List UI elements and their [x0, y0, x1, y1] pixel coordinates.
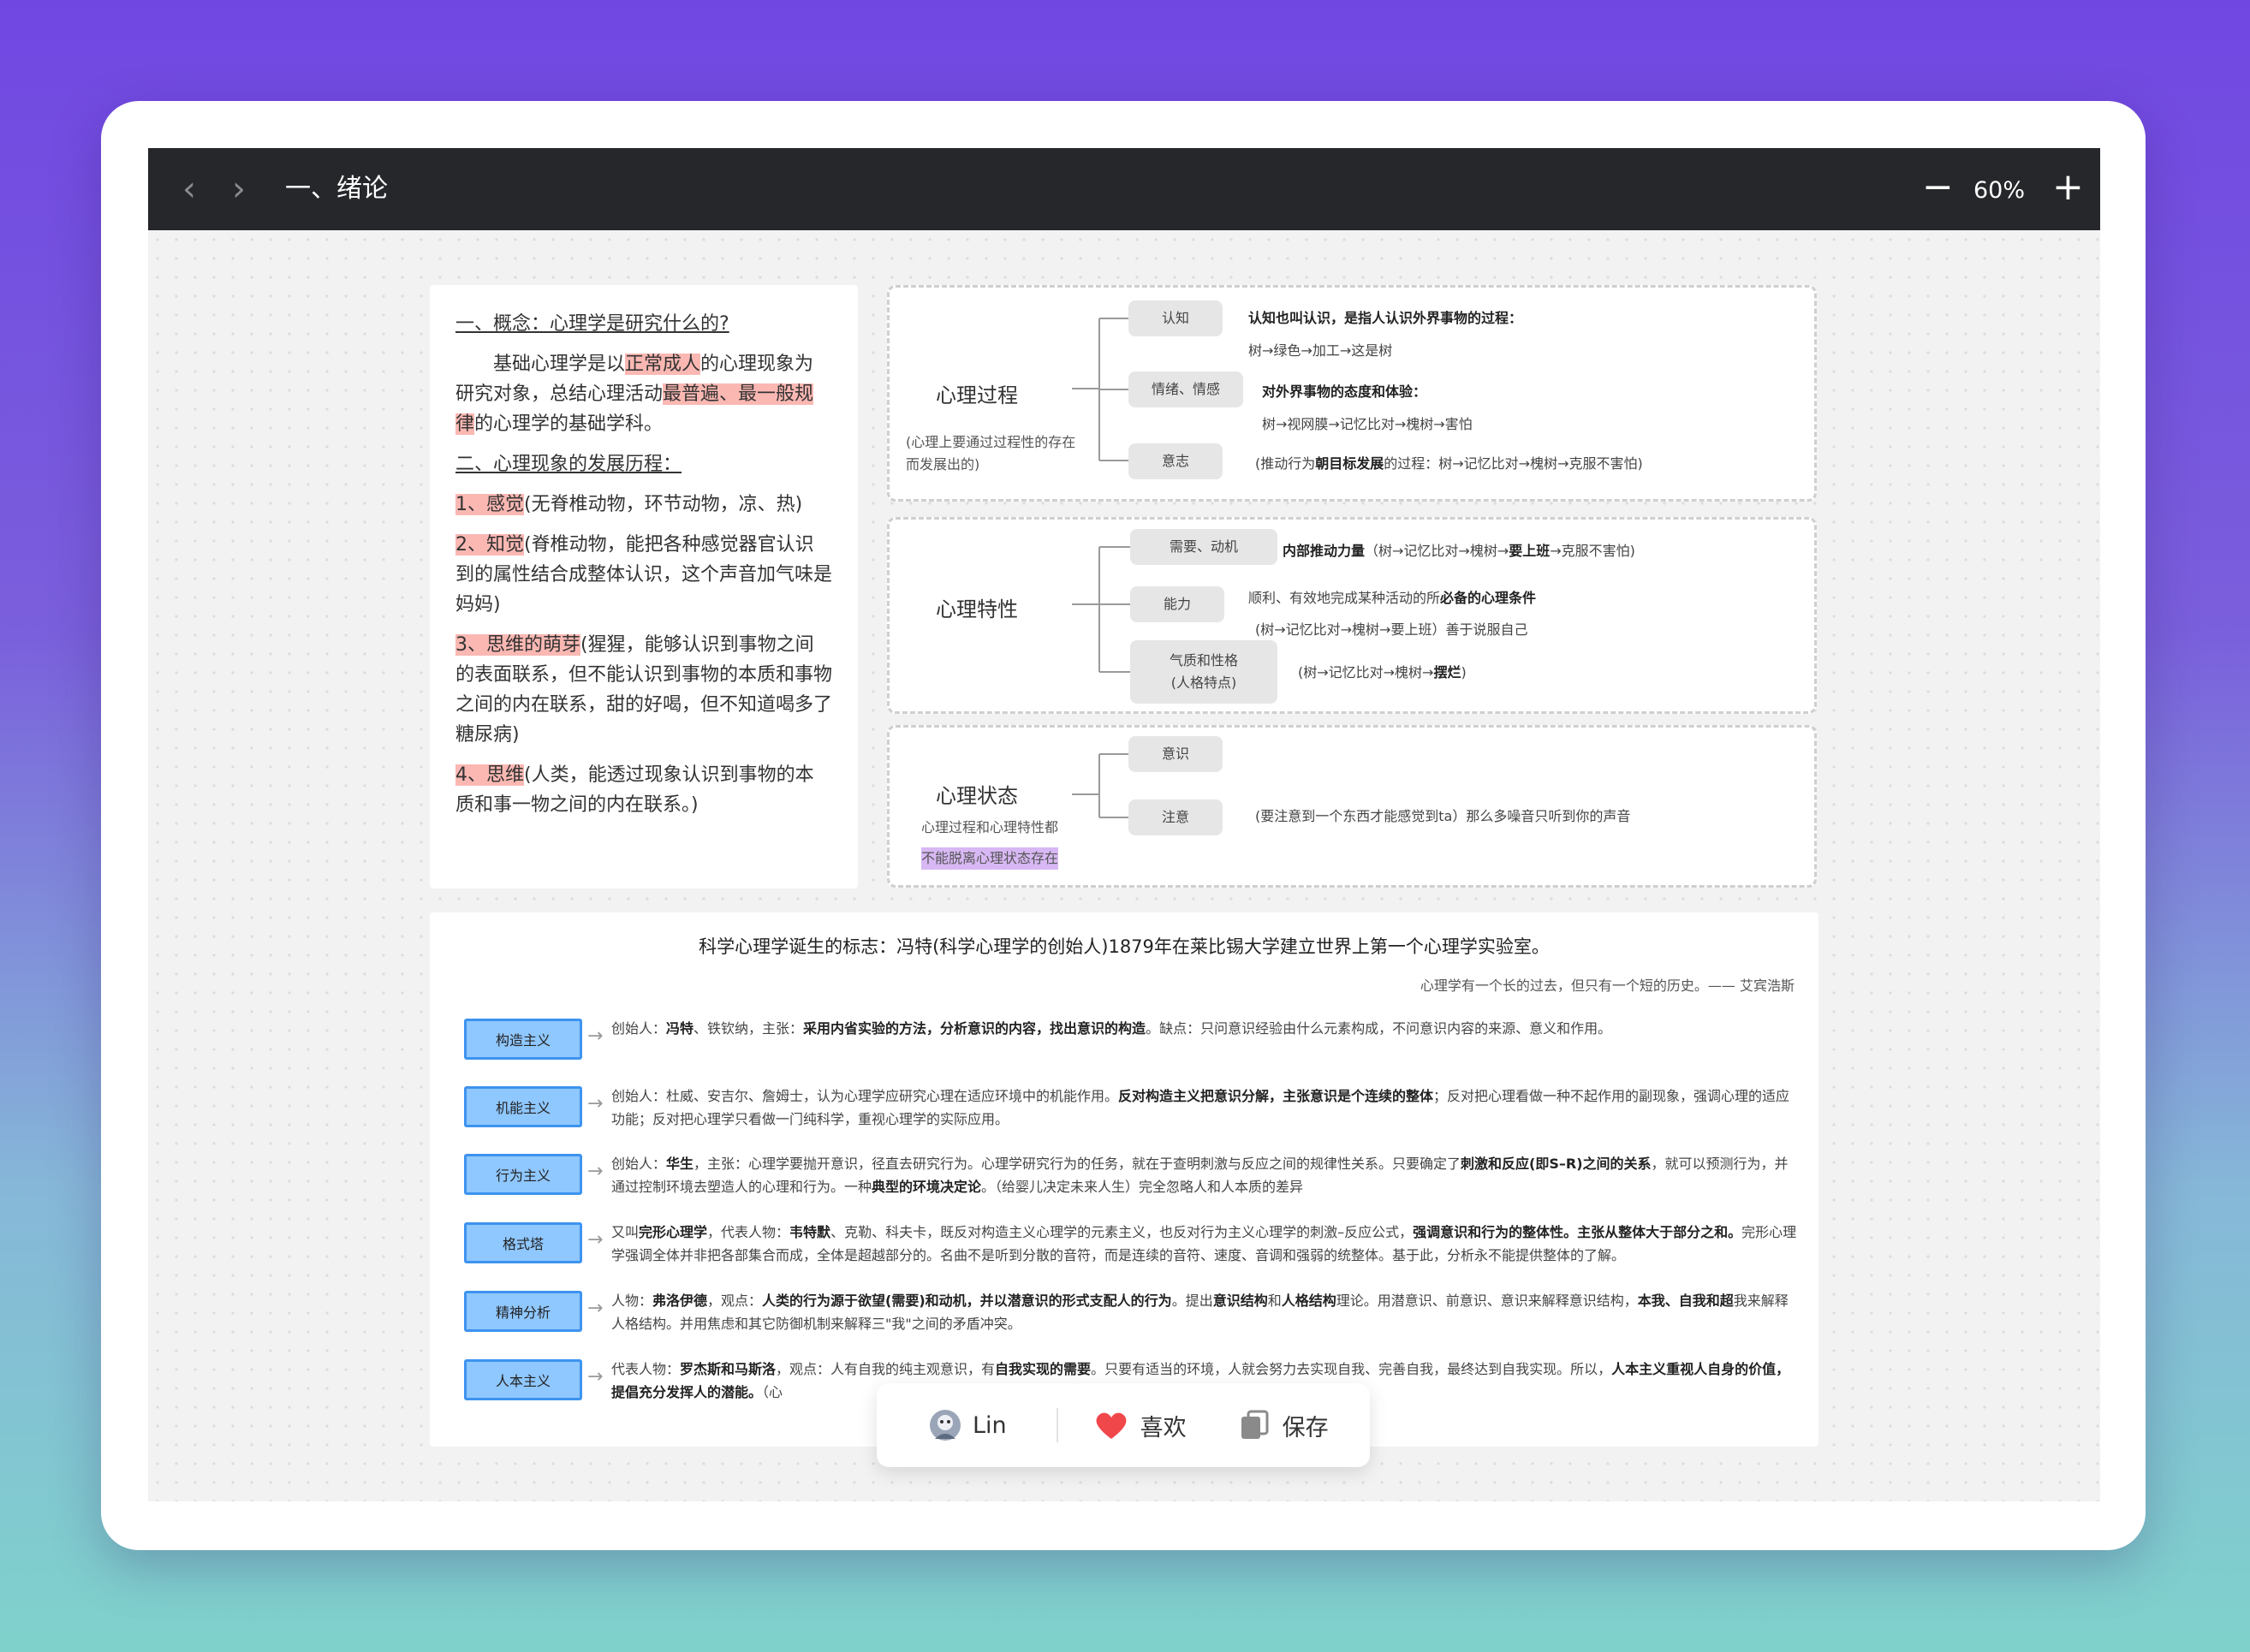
- school-text-segment: 完形心理学: [639, 1224, 708, 1240]
- school-text-segment: 理论。用潜意识、前意识、意识来解释意识结构，: [1336, 1292, 1638, 1309]
- user-name: Lin: [973, 1411, 1007, 1439]
- school-text-segment: 人格结构: [1281, 1292, 1336, 1309]
- school-text-segment: ，代表人物：: [707, 1224, 790, 1240]
- school-text-segment: 刺激和反应(即S–R)之间的关系: [1461, 1156, 1652, 1172]
- school-text-segment: ，观点：: [707, 1292, 763, 1309]
- school-description: 人物：弗洛伊德，观点：人类的行为源于欲望(需要)和动机，并以潜意识的形式支配人的…: [611, 1289, 1801, 1335]
- school-text-segment: 。缺点：只问意识经验由什么元素构成，不问意识内容的来源、意义和作用。: [1146, 1020, 1612, 1037]
- arrow-right-icon: →: [587, 1298, 604, 1319]
- school-text-segment: 强调意识和行为的整体性。主张从整体大于部分之和。: [1413, 1224, 1742, 1240]
- school-label[interactable]: 格式塔: [464, 1222, 582, 1263]
- school-label[interactable]: 机能主义: [464, 1086, 582, 1127]
- school-text-segment: 。提出: [1171, 1292, 1213, 1309]
- school-text-segment: 创始人：: [611, 1156, 667, 1172]
- school-text-segment: 韦特默: [789, 1224, 831, 1240]
- schools-quote: 心理学有一个长的过去，但只有一个短的历史。—— 艾宾浩斯: [1420, 978, 1795, 994]
- school-text-segment: 和: [1267, 1292, 1282, 1309]
- school-text-segment: ，观点：人有自我的纯主观意识，有: [776, 1361, 996, 1377]
- arrow-right-icon: →: [587, 1229, 604, 1251]
- connector: [1072, 546, 1130, 673]
- school-text-segment: 冯特: [666, 1020, 694, 1037]
- school-label[interactable]: 行为主义: [464, 1154, 582, 1195]
- school-text-segment: 代表人物：: [611, 1361, 681, 1377]
- school-text-segment: 、铁钦纳，主张：: [693, 1020, 804, 1037]
- copy-icon: [1241, 1410, 1269, 1439]
- school-description: 创始人：华生，主张：心理学要抛开意识，径直去研究行为。心理学研究行为的任务，就在…: [611, 1152, 1801, 1198]
- schools-card[interactable]: 科学心理学诞生的标志：冯特(科学心理学的创始人)1879年在莱比锡大学建立世界上…: [430, 912, 1818, 1447]
- school-label[interactable]: 精神分析: [464, 1291, 582, 1332]
- school-text-segment: 本我、自我和超: [1637, 1292, 1734, 1309]
- like-label: 喜欢: [1140, 1414, 1187, 1441]
- school-text-segment: 。（给婴儿决定未来人生）完全忽略人和人本质的差异: [981, 1179, 1304, 1195]
- arrow-right-icon: →: [587, 1161, 604, 1182]
- school-description: 又叫完形心理学，代表人物：韦特默、克勒、科夫卡，既反对构造主义心理学的元素主义，…: [611, 1221, 1801, 1267]
- schools-title: 科学心理学诞生的标志：冯特(科学心理学的创始人)1879年在莱比锡大学建立世界上…: [699, 936, 1550, 957]
- school-text-segment: 、克勒、科夫卡，既反对构造主义心理学的元素主义，也反对行为主义心理学的刺激–反应…: [830, 1224, 1414, 1240]
- school-label[interactable]: 人本主义: [464, 1359, 582, 1400]
- school-description: 创始人：杜威、安吉尔、詹姆士，认为心理学应研究心理在适应环境中的机能作用。反对构…: [611, 1084, 1801, 1131]
- school-text-segment: 典型的环境决定论: [872, 1179, 982, 1195]
- connector: [1072, 753, 1128, 818]
- school-text-segment: 罗杰斯和马斯洛: [680, 1361, 777, 1377]
- action-bar: Lin 喜欢 保存: [877, 1383, 1370, 1467]
- user-chip[interactable]: Lin: [928, 1408, 1007, 1442]
- school-text-segment: 人类的行为源于欲望(需要)和动机，并以潜意识的形式支配人的行为: [762, 1292, 1172, 1309]
- school-description: 创始人：冯特、铁钦纳，主张：采用内省实验的方法，分析意识的内容，找出意识的构造。…: [611, 1017, 1801, 1040]
- school-text-segment: （心: [762, 1384, 783, 1400]
- school-text-segment: 反对构造主义把意识分解，主张意识是个连续的整体: [1118, 1088, 1434, 1104]
- avatar-icon: [930, 1410, 961, 1441]
- school-text-segment: ，主张：心理学要抛开意识，径直去研究行为。心理学研究行为的任务，就在于查明刺激与…: [693, 1156, 1461, 1172]
- arrow-right-icon: →: [587, 1093, 604, 1114]
- school-text-segment: 创始人：杜威、安吉尔、詹姆士，认为心理学应研究心理在适应环境中的机能作用。: [611, 1088, 1119, 1104]
- school-text-segment: 。只要有适当的环境，人就会努力去实现自我、完善自我，最终达到自我实现。所以，: [1091, 1361, 1612, 1377]
- arrow-right-icon: →: [587, 1366, 604, 1388]
- connector: [1072, 318, 1128, 461]
- school-text-segment: 自我实现的需要: [995, 1361, 1092, 1377]
- arrow-right-icon: →: [587, 1025, 604, 1047]
- school-text-segment: 采用内省实验的方法，分析意识的内容，找出意识的构造: [803, 1020, 1146, 1037]
- heart-icon: [1096, 1412, 1127, 1439]
- save-button[interactable]: 保存: [1240, 1409, 1329, 1442]
- school-text-segment: 华生: [666, 1156, 694, 1172]
- school-text-segment: 意识结构: [1212, 1292, 1268, 1309]
- save-label: 保存: [1282, 1414, 1329, 1441]
- school-text-segment: 弗洛伊德: [652, 1292, 708, 1309]
- school-label[interactable]: 构造主义: [464, 1019, 582, 1060]
- divider: [1056, 1408, 1058, 1442]
- school-text-segment: 人物：: [611, 1292, 653, 1309]
- school-text-segment: 创始人：: [611, 1020, 667, 1037]
- like-button[interactable]: 喜欢: [1094, 1409, 1187, 1442]
- school-text-segment: 又叫: [611, 1224, 640, 1240]
